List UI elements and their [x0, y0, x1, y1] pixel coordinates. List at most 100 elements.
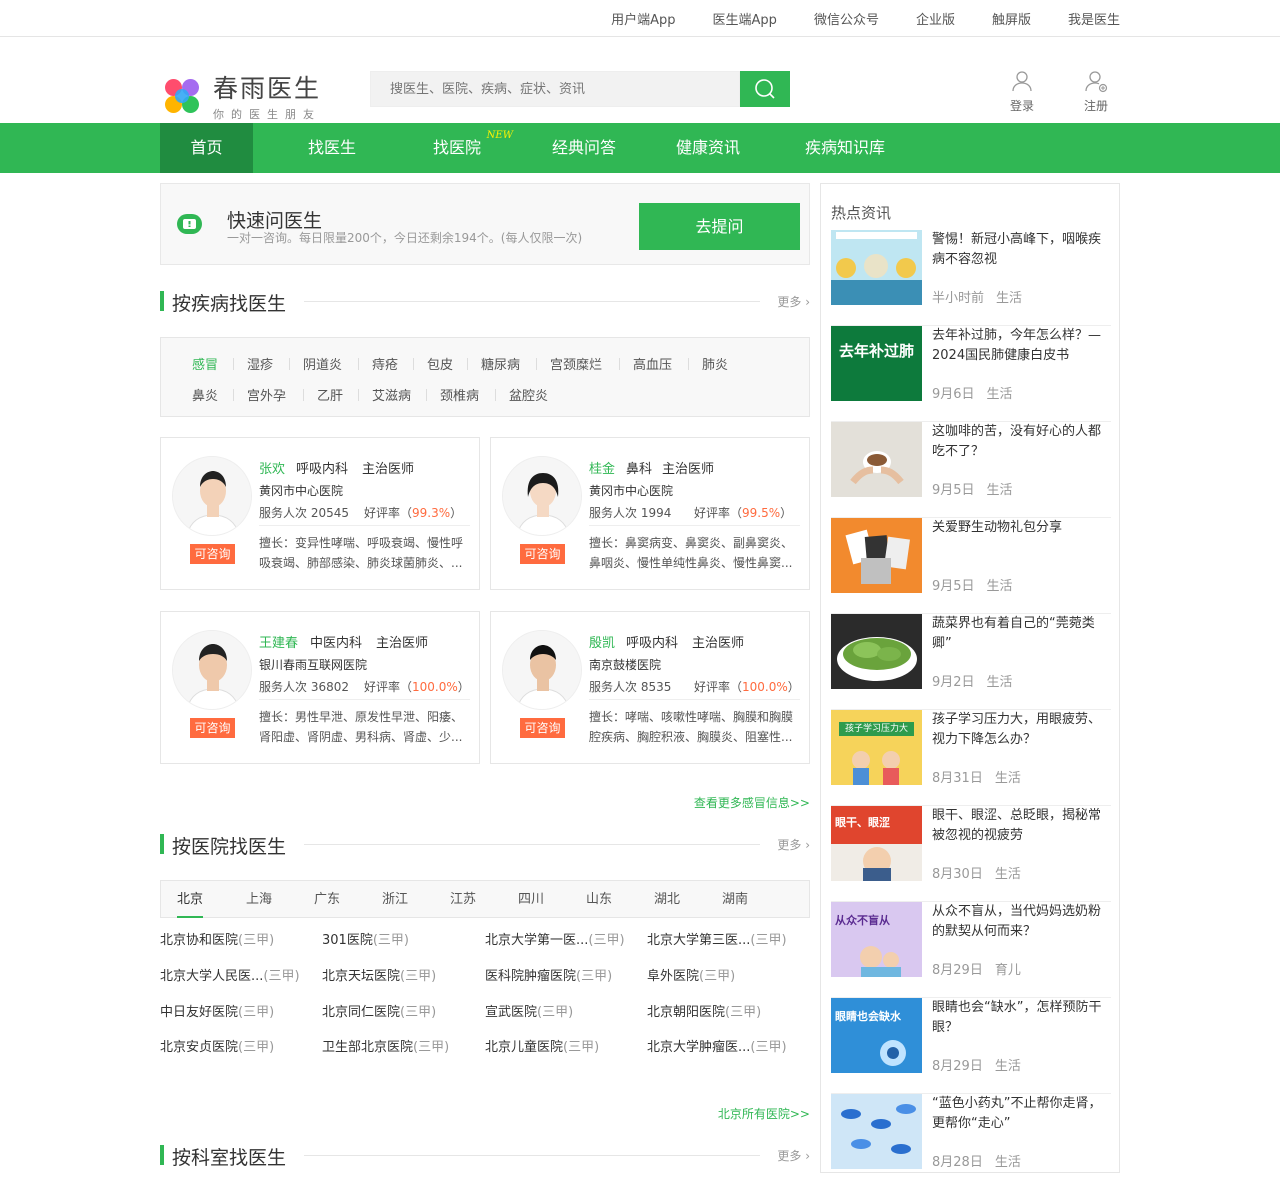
- more-label: 更多: [777, 1149, 802, 1163]
- main-column: 快速问医生 一对一咨询。每日限量200个，今日还剩余194个。(每人仅限一次) …: [160, 183, 810, 1169]
- nav-disease-kb[interactable]: 疾病知识库: [797, 123, 893, 173]
- hospital-link[interactable]: 北京朝阳医院(三甲): [647, 1001, 761, 1020]
- news-item[interactable]: 眼睛也会缺水 眼睛也会“缺水”，怎样预防干眼？ 8月29日 生活: [831, 998, 1111, 1094]
- top-link-wechat[interactable]: 微信公众号: [814, 9, 879, 28]
- disease-tag[interactable]: 包皮: [427, 354, 453, 373]
- top-link-i-am-doctor[interactable]: 我是医生: [1068, 9, 1120, 28]
- top-link-doctor-app[interactable]: 医生端App: [713, 9, 777, 28]
- news-item[interactable]: 蔬菜界也有着自己的“莞菀类卿” 9月2日 生活: [831, 614, 1111, 710]
- news-item[interactable]: 孩子学习压力大 孩子学习压力大，用眼疲劳、视力下降怎么办？ 8月31日 生活: [831, 710, 1111, 806]
- city-tabs: 北京 上海 广东 浙江 江苏 四川 山东 湖北 湖南: [160, 880, 810, 918]
- disease-tag[interactable]: 痔疮: [372, 354, 398, 373]
- hospital-link[interactable]: 北京大学人民医...(三甲): [160, 965, 300, 984]
- register-label: 注册: [1083, 99, 1108, 113]
- top-link-user-app[interactable]: 用户端App: [611, 9, 675, 28]
- news-item[interactable]: 去年补过肺 去年补过肺，今年怎么样？—2024国民肺健康白皮书 9月6日 生活: [831, 326, 1111, 422]
- doctor-name[interactable]: 桂金: [589, 458, 615, 477]
- tab-city[interactable]: 广东: [314, 881, 340, 918]
- more-link[interactable]: 更多 ›: [777, 293, 810, 310]
- disease-tag[interactable]: 艾滋病: [372, 385, 411, 404]
- register-link[interactable]: 注册: [1059, 69, 1133, 114]
- disease-tag[interactable]: 宫颈糜烂: [550, 354, 602, 373]
- divider: [259, 699, 470, 700]
- ask-question-button[interactable]: 去提问: [639, 203, 800, 250]
- doctor-name[interactable]: 张欢: [259, 458, 285, 477]
- hospital-link[interactable]: 北京大学第三医...(三甲): [647, 929, 787, 948]
- news-title: 警惕！新冠小高峰下，咽喉疾病不容忽视: [932, 232, 1102, 267]
- hospital-link[interactable]: 301医院(三甲): [322, 929, 409, 948]
- search-input[interactable]: [370, 71, 740, 107]
- tab-city[interactable]: 四川: [518, 881, 544, 918]
- hospital-link[interactable]: 北京天坛医院(三甲): [322, 965, 436, 984]
- login-link[interactable]: 登录: [985, 69, 1059, 114]
- hospital-link[interactable]: 医科院肿瘤医院(三甲): [485, 965, 612, 984]
- disease-tag[interactable]: 盆腔炎: [509, 385, 548, 404]
- disease-tag[interactable]: 感冒: [192, 354, 218, 373]
- tab-city[interactable]: 湖北: [654, 881, 680, 918]
- hospital-link[interactable]: 北京儿童医院(三甲): [485, 1036, 599, 1055]
- doctor-name[interactable]: 王建春: [259, 632, 298, 651]
- news-item[interactable]: 眼干、眼涩 眼干、眼涩、总眨眼，揭秘常被忽视的视疲劳 8月30日 生活: [831, 806, 1111, 902]
- nav-health-news[interactable]: 健康资讯: [664, 123, 752, 173]
- doctor-card[interactable]: 可咨询 张欢 呼吸内科 主治医师 黄冈市中心医院 服务人次 20545 好评率（…: [160, 437, 480, 590]
- news-item[interactable]: “蓝色小药丸”不止帮你走肾，更帮你“走心” 8月28日 生活: [831, 1094, 1111, 1190]
- tab-city[interactable]: 湖南: [722, 881, 748, 918]
- more-link[interactable]: 更多 ›: [777, 836, 810, 853]
- disease-tag[interactable]: 宫外孕: [247, 385, 286, 404]
- doctor-name[interactable]: 殷凯: [589, 632, 615, 651]
- consult-badge[interactable]: 可咨询: [520, 544, 565, 564]
- doctor-card[interactable]: 可咨询 桂金 鼻科 主治医师 黄冈市中心医院 服务人次 1994 好评率（99.…: [490, 437, 810, 590]
- consult-badge[interactable]: 可咨询: [190, 718, 235, 738]
- nav-find-hospital[interactable]: 找医院 NEW: [421, 123, 513, 173]
- search-button[interactable]: [740, 71, 790, 107]
- hospital-link[interactable]: 北京大学第一医...(三甲): [485, 929, 625, 948]
- nav-home[interactable]: 首页: [160, 123, 253, 173]
- doctor-card[interactable]: 可咨询 殷凯 呼吸内科 主治医师 南京鼓楼医院 服务人次 8535 好评率（10…: [490, 611, 810, 764]
- news-title: 蔬菜界也有着自己的“莞菀类卿”: [932, 616, 1095, 651]
- disease-tag[interactable]: 糖尿病: [481, 354, 520, 373]
- disease-tag[interactable]: 乙肝: [317, 385, 343, 404]
- disease-tag[interactable]: 肺炎: [702, 354, 728, 373]
- hospital-link[interactable]: 北京协和医院(三甲): [160, 929, 274, 948]
- doctor-card[interactable]: 可咨询 王建春 中医内科 主治医师 银川春雨互联网医院 服务人次 36802 好…: [160, 611, 480, 764]
- consult-badge[interactable]: 可咨询: [520, 718, 565, 738]
- hospital-link[interactable]: 中日友好医院(三甲): [160, 1001, 274, 1020]
- disease-tag[interactable]: 鼻炎: [192, 385, 218, 404]
- logo-brand: 春雨医生: [213, 74, 322, 103]
- top-link-touch[interactable]: 触屏版: [992, 9, 1031, 28]
- news-item[interactable]: 从众不盲从 从众不盲从，当代妈妈选奶粉的默契从何而来？ 8月29日 育儿: [831, 902, 1111, 998]
- divider: [303, 389, 304, 401]
- news-time: 8月28日: [932, 1155, 983, 1170]
- doctor-title: 主治医师: [362, 462, 415, 477]
- all-hospitals-link[interactable]: 北京所有医院>>: [718, 1105, 810, 1122]
- tab-city[interactable]: 浙江: [382, 881, 408, 918]
- top-link-enterprise[interactable]: 企业版: [916, 9, 955, 28]
- hospital-link[interactable]: 北京安贞医院(三甲): [160, 1036, 274, 1055]
- hospital-link[interactable]: 卫生部北京医院(三甲): [322, 1036, 449, 1055]
- tab-city[interactable]: 北京: [177, 881, 204, 918]
- more-cold-link[interactable]: 查看更多感冒信息>>: [694, 794, 810, 811]
- tab-city[interactable]: 上海: [246, 881, 272, 918]
- tab-city[interactable]: 山东: [586, 881, 612, 918]
- disease-tag[interactable]: 高血压: [633, 354, 672, 373]
- news-item[interactable]: 这咖啡的苦，没有好心的人都吃不了？ 9月5日 生活: [831, 422, 1111, 518]
- disease-tag[interactable]: 颈椎病: [440, 385, 479, 404]
- hospital-link[interactable]: 北京同仁医院(三甲): [322, 1001, 436, 1020]
- disease-tag[interactable]: 湿疹: [247, 354, 273, 373]
- news-title: 眼干、眼涩、总眨眼，揭秘常被忽视的视疲劳: [932, 808, 1102, 843]
- site-logo[interactable]: 春雨医生 你的医生朋友: [163, 69, 321, 122]
- doctor-title: 主治医师: [376, 636, 429, 651]
- consult-badge[interactable]: 可咨询: [190, 544, 235, 564]
- hospital-link[interactable]: 北京大学肿瘤医...(三甲): [647, 1036, 787, 1055]
- disease-tag[interactable]: 阴道炎: [303, 354, 342, 373]
- hospital-link[interactable]: 阜外医院(三甲): [647, 965, 735, 984]
- doctor-rating: 好评率（99.5%）: [694, 506, 793, 520]
- news-item[interactable]: 警惕！新冠小高峰下，咽喉疾病不容忽视 半小时前 生活: [831, 230, 1111, 326]
- section-title: 按疾病找医生: [172, 293, 287, 315]
- nav-find-doctor[interactable]: 找医生: [296, 123, 368, 173]
- news-item[interactable]: 关爱野生动物礼包分享 9月5日 生活: [831, 518, 1111, 614]
- more-link[interactable]: 更多 ›: [777, 1147, 810, 1164]
- hospital-link[interactable]: 宣武医院(三甲): [485, 1001, 573, 1020]
- nav-classic-qa[interactable]: 经典问答: [540, 123, 628, 173]
- tab-city[interactable]: 江苏: [450, 881, 476, 918]
